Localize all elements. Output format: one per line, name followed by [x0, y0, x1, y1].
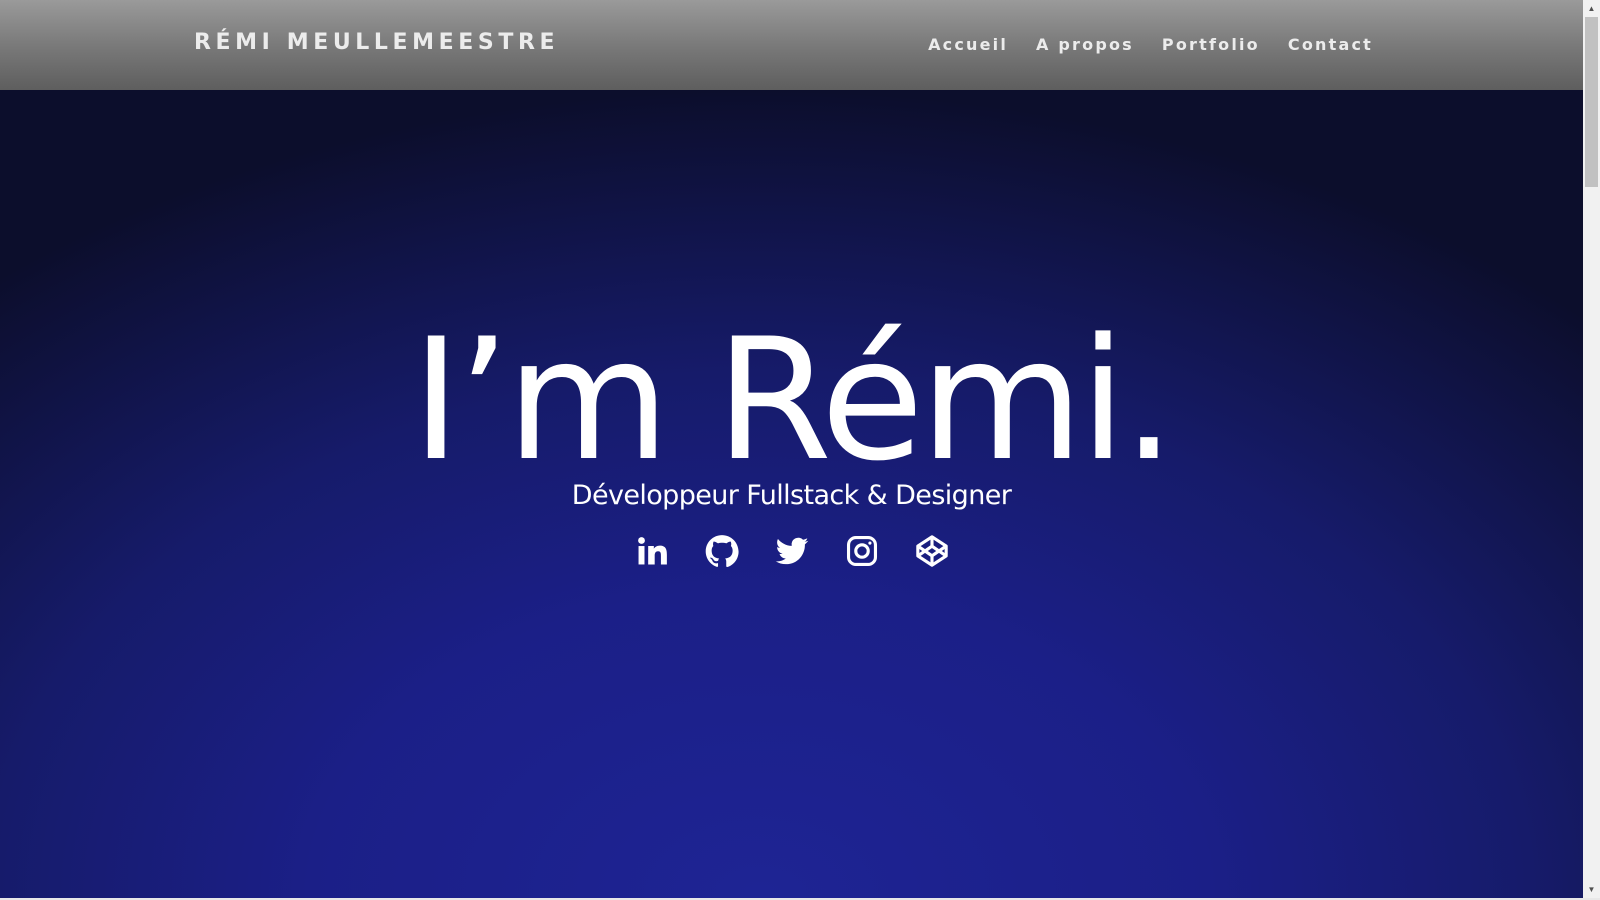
main-nav: Accueil A propos Portfolio Contact [928, 35, 1373, 54]
hero-title: I’m Rémi. [411, 302, 1175, 498]
linkedin-icon[interactable] [635, 534, 669, 568]
nav-portfolio[interactable]: Portfolio [1162, 35, 1260, 54]
vertical-scrollbar[interactable]: ▲ ▼ [1583, 0, 1600, 898]
scroll-down-arrow-icon[interactable]: ▼ [1583, 881, 1600, 898]
social-links [0, 534, 1583, 568]
nav-accueil[interactable]: Accueil [928, 35, 1008, 54]
codepen-icon[interactable] [915, 534, 949, 568]
page-viewport: I’m Rémi. Développeur Fullstack & Design… [0, 0, 1583, 898]
nav-contact[interactable]: Contact [1288, 35, 1373, 54]
hero-section: I’m Rémi. Développeur Fullstack & Design… [0, 0, 1583, 898]
hero-subtitle: Développeur Fullstack & Designer [571, 480, 1012, 511]
github-icon[interactable] [705, 534, 739, 568]
site-logo[interactable]: RÉMI MEULLEMEESTRE [194, 30, 559, 55]
instagram-icon[interactable] [845, 534, 879, 568]
nav-a-propos[interactable]: A propos [1036, 35, 1134, 54]
scroll-up-arrow-icon[interactable]: ▲ [1583, 0, 1600, 17]
twitter-icon[interactable] [775, 534, 809, 568]
site-header: RÉMI MEULLEMEESTRE Accueil A propos Port… [0, 0, 1583, 90]
scrollbar-thumb[interactable] [1585, 17, 1598, 187]
